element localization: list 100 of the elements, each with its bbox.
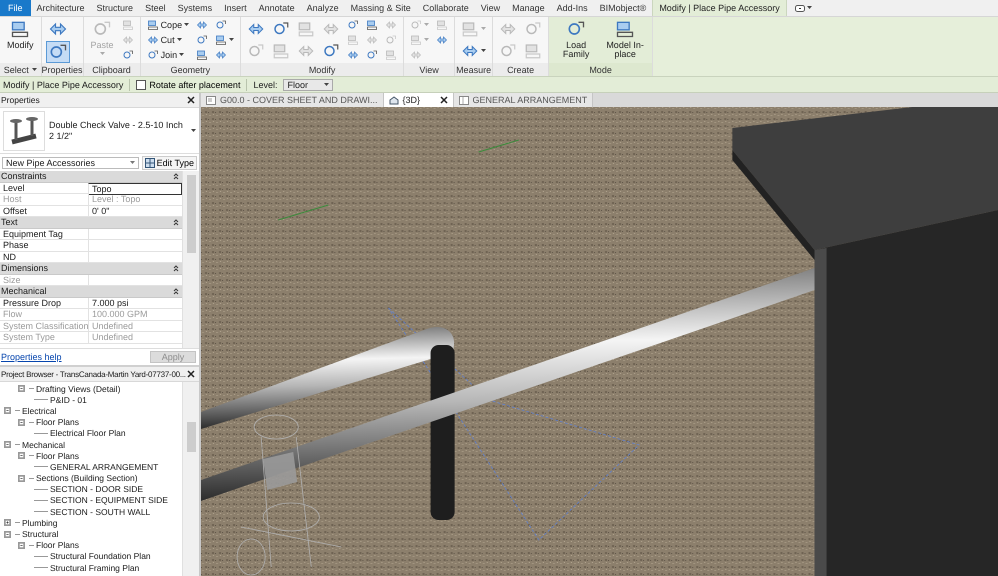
ribbon-tool[interactable]: Load Family (553, 18, 600, 60)
close-icon[interactable] (187, 370, 195, 378)
tree-item[interactable]: Floor Plans (36, 417, 79, 428)
tool-icon (146, 49, 159, 61)
tool-icon (347, 49, 360, 61)
tool-icon (10, 19, 30, 39)
tree-item[interactable]: Sections (Building Section) (36, 473, 138, 484)
group-header[interactable]: Dimensions (0, 263, 182, 274)
panel-title: Mode (589, 64, 612, 74)
panel-title: Create (507, 64, 534, 74)
ribbon-tab[interactable]: Architecture (30, 0, 91, 16)
collapse-icon[interactable] (18, 542, 25, 549)
ribbon-tab[interactable]: Insert (218, 0, 253, 16)
tree-item[interactable]: SECTION - EQUIPMENT SIDE (50, 495, 168, 506)
caret-icon (481, 48, 486, 52)
help-link[interactable]: Properties help (1, 352, 62, 362)
collapse-icon[interactable] (18, 452, 25, 460)
tree-item[interactable]: Electrical (22, 406, 56, 416)
tool-icon (410, 34, 422, 46)
scrollbar[interactable] (182, 382, 199, 576)
tree-item[interactable]: Plumbing (22, 518, 58, 528)
edit-type-button[interactable]: Edit Type (142, 156, 197, 170)
tool-icon (524, 42, 542, 60)
tree-item[interactable]: Structural Foundation Plan (50, 551, 151, 562)
group-header[interactable]: Constraints (0, 171, 182, 182)
caret-icon (806, 6, 812, 10)
ribbon-tool[interactable]: Model In-place (602, 18, 648, 60)
ribbon-tool[interactable]: Modify (4, 18, 37, 51)
close-icon[interactable] (187, 96, 195, 104)
category-dropdown[interactable]: New Pipe Accessories (2, 156, 139, 168)
tree-item[interactable]: Floor Plans (36, 450, 79, 461)
ribbon-tab[interactable]: Structure (90, 0, 140, 16)
ribbon-tab[interactable]: Analyze (300, 0, 345, 16)
type-selector[interactable]: Double Check Valve - 2.5-10 Inch 2 1/2" (0, 108, 199, 154)
tree-item[interactable]: SECTION - DOOR SIDE (50, 484, 144, 494)
collapse-icon[interactable] (4, 530, 11, 538)
ribbon-tab[interactable]: Steel (139, 0, 172, 16)
document-tab[interactable]: GENERAL ARRANGEMENT (454, 93, 594, 107)
tree-item[interactable]: Drafting Views (Detail) (36, 384, 120, 394)
scrollbar[interactable] (182, 171, 199, 348)
panel-title: Modify (308, 64, 336, 74)
caret-icon (324, 82, 330, 86)
property-label: Host (2, 194, 23, 204)
document-tab[interactable]: G00.0 - COVER SHEET AND DRAWI... (201, 93, 384, 107)
tree-item[interactable]: GENERAL ARRANGEMENT (50, 462, 158, 472)
collapse-icon[interactable] (18, 385, 25, 392)
tree-item[interactable]: Structural (22, 529, 58, 540)
tool-icon (297, 20, 316, 38)
collapse-icon[interactable] (18, 418, 25, 426)
ribbon-tab[interactable]: Collaborate (416, 0, 475, 16)
collapse-icon[interactable] (4, 441, 11, 448)
property-label: Size (2, 274, 22, 285)
tree-item[interactable]: P&ID - 01 (50, 394, 87, 405)
collapse-icon[interactable] (18, 474, 25, 482)
property-field[interactable]: Topo (88, 182, 182, 195)
tree-item[interactable]: Floor Plans (36, 540, 79, 550)
ribbon-tool[interactable]: Cut (144, 33, 192, 47)
panel-title: Properties (1, 95, 40, 105)
collapse-icon[interactable] (4, 407, 11, 414)
ribbon-tab[interactable]: Massing & Site (344, 0, 417, 16)
level-dropdown[interactable]: Floor (283, 78, 334, 90)
close-icon[interactable] (440, 96, 448, 104)
collapse-icon[interactable] (173, 172, 179, 180)
ribbon-tab[interactable]: Modify | Place Pipe Accessory (652, 0, 787, 16)
floor-plan-icon (458, 96, 469, 104)
tool-icon (385, 49, 398, 61)
tool-icon (366, 19, 378, 31)
ribbon-tool[interactable] (213, 33, 236, 47)
rotate-checkbox[interactable]: Rotate after placement (136, 80, 240, 90)
ribbon-tab[interactable]: File (0, 0, 31, 16)
ribbon-tab[interactable]: Manage (506, 0, 551, 16)
ribbon-tab[interactable]: BIMobject® (594, 0, 652, 16)
ribbon-tab[interactable]: Annotate (252, 0, 301, 16)
tree-item[interactable]: Mechanical (22, 440, 65, 450)
ribbon-tool[interactable]: Cope (144, 18, 192, 32)
valve-thumbnail (3, 110, 45, 150)
ribbon-tab[interactable]: View (474, 0, 506, 16)
property-label: Phase (2, 240, 30, 250)
tool-icon (366, 49, 378, 61)
group-header[interactable]: Text (0, 217, 182, 228)
collapse-icon[interactable] (173, 288, 179, 295)
document-tab[interactable]: {3D} (384, 93, 454, 107)
ribbon-tab[interactable]: Add-Ins (550, 0, 594, 16)
tool-icon (196, 19, 208, 31)
ribbon-tool[interactable]: Join (144, 48, 192, 62)
tool-icon (215, 49, 228, 61)
tree-item[interactable]: SECTION - SOUTH WALL (50, 506, 150, 517)
expand-icon[interactable] (4, 519, 11, 526)
tool-icon (122, 34, 134, 46)
tree-item[interactable]: Structural Framing Plan (50, 562, 140, 573)
caret-icon (184, 23, 190, 27)
ribbon-tab[interactable]: Systems (172, 0, 218, 16)
tool-icon (347, 19, 360, 31)
group-header[interactable]: Mechanical (0, 286, 182, 298)
panel-toggle-icon[interactable] (794, 4, 805, 12)
collapse-icon[interactable] (173, 218, 179, 226)
tree-item[interactable]: Electrical Floor Plan (50, 428, 126, 438)
ribbon-tool[interactable] (46, 41, 70, 63)
collapse-icon[interactable] (173, 264, 179, 272)
property-label: Offset (2, 206, 28, 216)
